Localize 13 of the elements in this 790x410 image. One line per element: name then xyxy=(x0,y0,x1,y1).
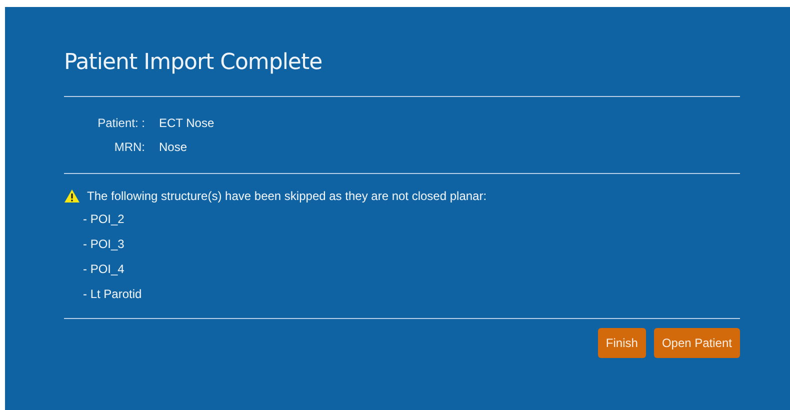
field-value: ECT Nose xyxy=(159,115,214,131)
dialog-title: Patient Import Complete xyxy=(64,49,322,77)
warning-icon xyxy=(64,189,80,203)
skipped-structure: - POI_4 xyxy=(83,260,124,278)
skipped-structure: - POI_2 xyxy=(83,210,124,228)
field-label: MRN: xyxy=(113,139,146,155)
finish-button[interactable]: Finish xyxy=(598,328,646,358)
field-value: Nose xyxy=(159,139,188,155)
skipped-structure: - Lt Parotid xyxy=(83,286,142,302)
open-patient-button[interactable]: Open Patient xyxy=(654,328,740,358)
field-label: Patient: : xyxy=(96,115,146,131)
warning-message: The following structure(s) have been skipped as they are not closed planar: xyxy=(87,188,487,205)
skipped-structure: - POI_3 xyxy=(83,236,124,252)
